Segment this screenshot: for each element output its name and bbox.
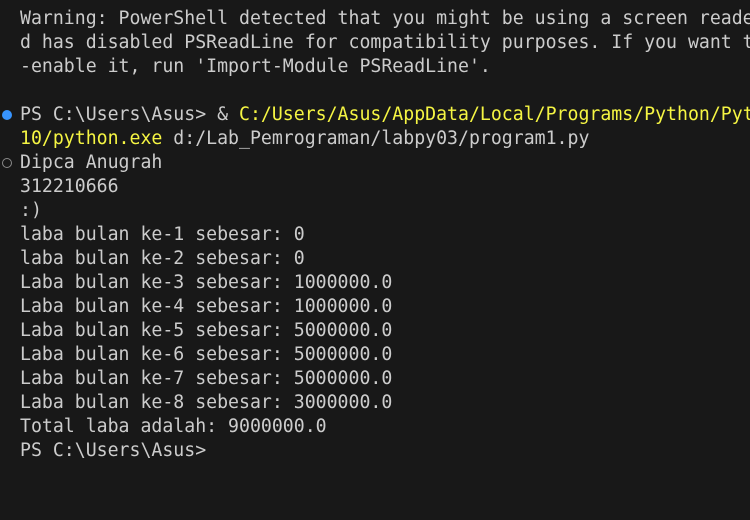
script-path: d:/Lab_Pemrograman/labpy03/program1.py bbox=[162, 128, 590, 149]
output-line: Dipca Anugrah bbox=[20, 152, 163, 173]
command-default-circle-icon[interactable] bbox=[2, 158, 12, 168]
prompt-text: PS C:\Users\Asus> & bbox=[20, 104, 239, 125]
output-line: Laba bulan ke-5 sebesar: 5000000.0 bbox=[20, 320, 393, 341]
output-line: Laba bulan ke-4 sebesar: 1000000.0 bbox=[20, 296, 393, 317]
output-line: Laba bulan ke-7 sebesar: 5000000.0 bbox=[20, 368, 393, 389]
command-line: PS C:\Users\Asus> & C:/Users/Asus/AppDat… bbox=[20, 103, 750, 127]
output-line: 312210666 bbox=[20, 176, 119, 197]
output-line: Laba bulan ke-8 sebesar: 3000000.0 bbox=[20, 392, 393, 413]
terminal-panel[interactable]: Warning: PowerShell detected that you mi… bbox=[0, 0, 750, 520]
output-line: :) bbox=[20, 200, 42, 221]
output-line: laba bulan ke-1 sebesar: 0 bbox=[20, 224, 305, 245]
python-exe-path: 10/python.exe bbox=[20, 128, 163, 149]
output-line: laba bulan ke-2 sebesar: 0 bbox=[20, 248, 305, 269]
warning-line: -enable it, run 'Import-Module PSReadLin… bbox=[20, 56, 491, 77]
warning-line: Warning: PowerShell detected that you mi… bbox=[20, 8, 750, 29]
final-prompt[interactable]: PS C:\Users\Asus> bbox=[20, 439, 206, 463]
output-line: Laba bulan ke-6 sebesar: 5000000.0 bbox=[20, 344, 393, 365]
warning-line: d has disabled PSReadLine for compatibil… bbox=[20, 32, 750, 53]
command-success-dot-icon[interactable] bbox=[2, 110, 12, 120]
output-line: Laba bulan ke-3 sebesar: 1000000.0 bbox=[20, 272, 393, 293]
python-exe-path: C:/Users/Asus/AppData/Local/Programs/Pyt… bbox=[239, 104, 750, 125]
command-line-continuation: 10/python.exe d:/Lab_Pemrograman/labpy03… bbox=[20, 127, 589, 151]
output-line: Total laba adalah: 9000000.0 bbox=[20, 416, 327, 437]
